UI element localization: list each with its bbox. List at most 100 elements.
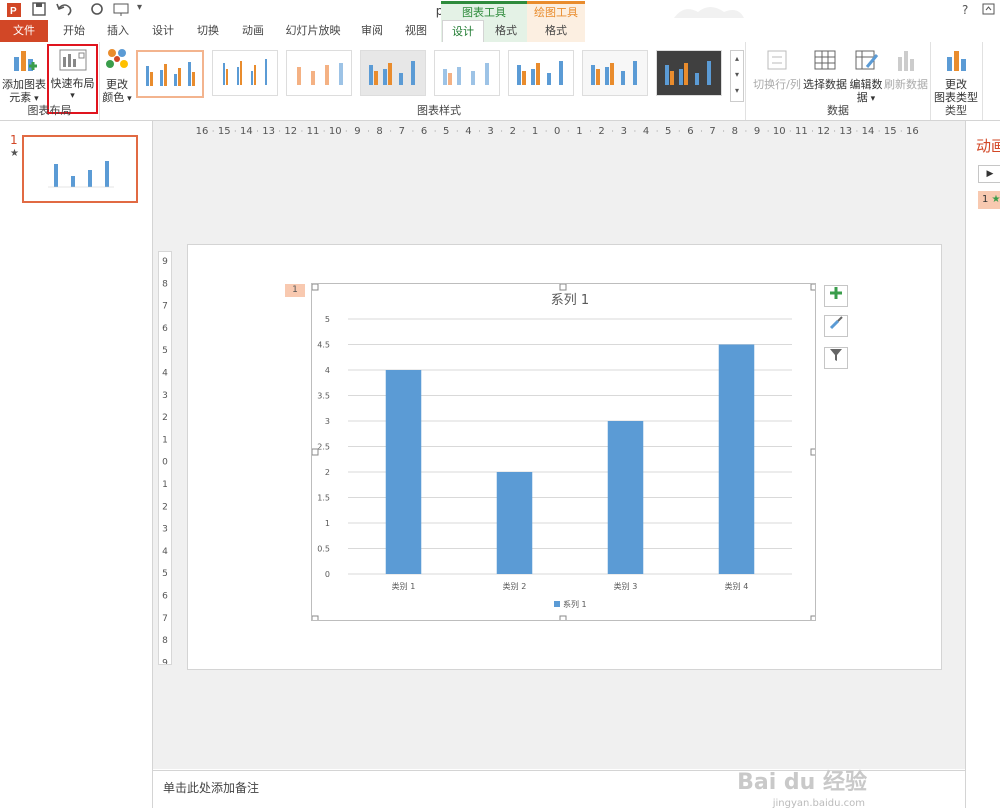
tab-animations[interactable]: 动画 [230, 20, 276, 42]
chart-layouts-group-label: 图表布局 [27, 104, 72, 117]
tab-drawing-format[interactable]: 格式 [528, 20, 584, 42]
chart-style-5[interactable] [434, 50, 500, 96]
tab-file[interactable]: 文件 [0, 20, 48, 42]
bar-2[interactable] [496, 472, 533, 574]
chart-style-4[interactable] [360, 50, 426, 96]
chart-styles-group-label: 图表样式 [417, 104, 461, 117]
switch-row-column-icon [752, 47, 802, 76]
ruler-label: 4 [162, 369, 168, 379]
resize-handle[interactable] [810, 448, 818, 456]
chart-style-7[interactable] [582, 50, 648, 96]
refresh-data-button[interactable]: 刷新数据 [884, 47, 928, 91]
ruler-tick: · [833, 127, 836, 135]
legend-label[interactable]: 系列 1 [563, 599, 587, 609]
quick-layout-label: 快速布局 [50, 77, 95, 90]
ruler-label: 3 [162, 391, 168, 401]
tab-slideshow[interactable]: 幻灯片放映 [276, 20, 350, 42]
animation-list-item[interactable]: 1 ★ [978, 191, 1000, 209]
tab-design[interactable]: 设计 [140, 20, 186, 42]
tab-review[interactable]: 审阅 [350, 20, 394, 42]
slide-canvas[interactable]: 1 系列 1 0 0.5 1 1.5 2 2.5 3 3.5 4 4.5 5 类别 1 类别 2 类别 3 类… [187, 244, 942, 670]
animation-pane: 动画 ▶ 1 ★ [965, 121, 1000, 808]
ruler-tick: · [323, 127, 326, 135]
x-tick-label: 类别 4 [725, 581, 749, 591]
change-chart-type-icon [933, 47, 979, 76]
gallery-scroll[interactable]: ▴ ▾ ▾ [730, 50, 744, 102]
ruler-label: 4 [162, 547, 168, 557]
data-group-label: 数据 [827, 104, 849, 117]
select-data-label: 选择数据 [803, 78, 847, 91]
ruler-label: 9 [162, 658, 168, 665]
resize-handle[interactable] [311, 448, 319, 456]
switch-row-column-button[interactable]: 切换行/列 [752, 47, 802, 91]
animation-order-tag[interactable]: 1 [285, 284, 305, 297]
tab-insert[interactable]: 插入 [96, 20, 140, 42]
ruler-tick: · [412, 127, 415, 135]
add-chart-element-button[interactable]: 添加图表 元素 ▾ [2, 47, 46, 106]
help-button[interactable]: ? [962, 3, 968, 17]
select-data-button[interactable]: 选择数据 [802, 47, 848, 91]
baidu-watermark-logo: Bai du 经验 [737, 770, 867, 795]
chart-styles-gallery[interactable]: ▴ ▾ ▾ [134, 48, 744, 102]
chart-style-6[interactable] [508, 50, 574, 96]
bar-1[interactable] [385, 370, 422, 574]
horizontal-ruler: 16 · 15 · 14 · 13 · 12 · 11 · 10 · 9 · 8 · 7 · 6 · 5 · 4 · 3 · 2 · 1 · 0… [196, 126, 919, 135]
slide-thumbnail-1[interactable] [22, 135, 138, 203]
tab-home[interactable]: 开始 [52, 20, 96, 42]
ruler-label: 16 [906, 126, 919, 135]
notes-pane[interactable]: 单击此处添加备注 Bai du 经验 jingyan.baidu.com [153, 770, 965, 809]
x-tick-label: 类别 2 [503, 581, 527, 591]
change-colors-button[interactable]: 更改 颜色 ▾ [100, 47, 134, 106]
ribbon-display-options-icon[interactable] [982, 2, 996, 20]
tab-chart-design[interactable]: 设计 [442, 20, 484, 44]
edit-data-button[interactable]: 编辑数 据 ▾ [848, 47, 884, 106]
select-data-icon [802, 47, 848, 76]
resize-handle[interactable] [559, 615, 567, 623]
ruler-label: 6 [687, 126, 693, 135]
chart-style-1[interactable] [136, 50, 204, 98]
ruler-tick: · [678, 127, 681, 135]
ruler-label: 12 [284, 126, 297, 135]
ruler-tick: · [434, 127, 437, 135]
tab-transitions[interactable]: 切换 [186, 20, 230, 42]
chart-title[interactable]: 系列 1 [551, 293, 589, 308]
tab-chart-format[interactable]: 格式 [486, 20, 526, 42]
ruler-tick: · [389, 127, 392, 135]
ruler-label: 5 [443, 126, 449, 135]
ruler-label: 1 [576, 126, 582, 135]
ruler-tick: · [545, 127, 548, 135]
ruler-label: 12 [817, 126, 830, 135]
tab-view[interactable]: 视图 [394, 20, 438, 42]
ruler-tick: · [234, 127, 237, 135]
ruler-label: 10 [773, 126, 786, 135]
chart-styles-button[interactable] [824, 315, 848, 337]
chart-style-8[interactable] [656, 50, 722, 96]
edit-data-icon [848, 47, 884, 76]
resize-handle[interactable] [810, 283, 818, 291]
chart-plot[interactable]: 系列 1 0 0.5 1 1.5 2 2.5 3 3.5 4 4.5 5 类别 1 类别 2 类别 3 类别 … [311, 283, 818, 623]
ruler-label: 8 [162, 279, 168, 289]
animation-pane-title: 动画 [976, 137, 1000, 155]
bar-3[interactable] [607, 421, 644, 574]
watermark-url: jingyan.baidu.com [772, 798, 865, 809]
resize-handle[interactable] [311, 283, 319, 291]
ruler-label: 16 [196, 126, 209, 135]
change-chart-type-button[interactable]: 更改 图表类型 [933, 47, 979, 104]
play-from-icon[interactable]: ▶ [978, 165, 1000, 183]
chart-object[interactable]: 系列 1 0 0.5 1 1.5 2 2.5 3 3.5 4 4.5 5 类别 1 类别 2 类别 3 类别 … [311, 283, 818, 623]
chart-style-2[interactable] [212, 50, 278, 96]
chart-filters-button[interactable] [824, 347, 848, 369]
ruler-tick: · [456, 127, 459, 135]
notes-placeholder: 单击此处添加备注 [163, 781, 260, 795]
ruler-label: 8 [376, 126, 382, 135]
ruler-label: 0 [554, 126, 560, 135]
plus-icon [830, 287, 842, 299]
resize-handle[interactable] [311, 615, 319, 623]
chart-style-3[interactable] [286, 50, 352, 96]
paintbrush-icon [829, 316, 843, 330]
bar-4[interactable] [718, 344, 755, 575]
chart-elements-button[interactable] [824, 285, 848, 307]
resize-handle[interactable] [559, 283, 567, 291]
resize-handle[interactable] [810, 615, 818, 623]
x-tick-label: 类别 3 [614, 581, 638, 591]
